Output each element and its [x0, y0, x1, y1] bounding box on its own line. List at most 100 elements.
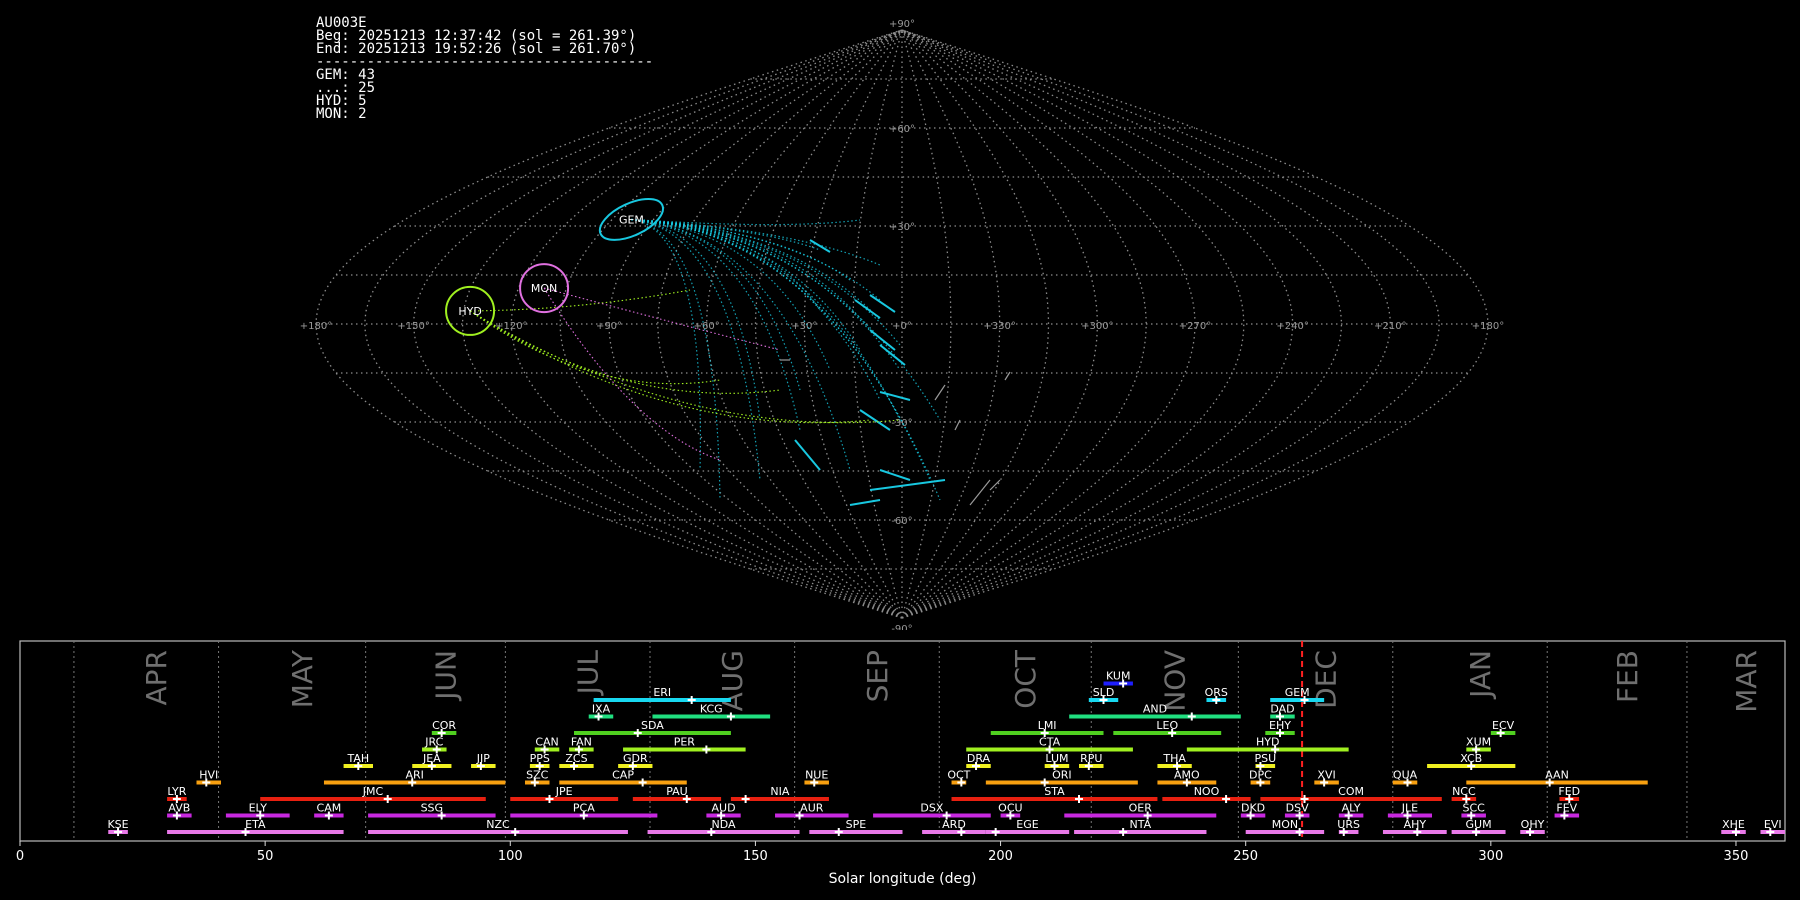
shower-label: DSX: [920, 802, 943, 815]
mon-trail: [543, 287, 721, 461]
gem-trail: [631, 218, 701, 471]
gem-trail: [631, 218, 881, 301]
longitude-label: +90°: [596, 321, 622, 332]
shower-label: JRC: [424, 736, 443, 749]
shower-label: NDA: [712, 818, 737, 831]
longitude-label: +240°: [1276, 321, 1308, 332]
sporadic-trail: [989, 479, 1001, 491]
shower-label: DRA: [967, 752, 991, 765]
longitude-label: +30°: [791, 321, 817, 332]
gem-trail-head: [869, 294, 896, 313]
shower-label: OCT: [947, 769, 970, 782]
shower-label: AAN: [1545, 769, 1569, 782]
shower-label: NUE: [805, 769, 828, 782]
timeline-frame: [19, 640, 1786, 842]
shower-label: DKD: [1241, 802, 1265, 815]
shower-label: URS: [1337, 818, 1360, 831]
shower-label: KUM: [1106, 670, 1130, 683]
shower-label: LYR: [167, 785, 186, 798]
shower-label: PCA: [573, 802, 595, 815]
gem-trail: [631, 218, 851, 471]
shower-label: KSE: [107, 818, 128, 831]
longitude-label: +180°: [300, 321, 332, 332]
shower-label: SLD: [1093, 686, 1115, 699]
shower-label: ORI: [1052, 769, 1072, 782]
shower-label: PER: [674, 736, 696, 749]
shower-label: SSG: [421, 802, 444, 815]
shower-label: DPC: [1249, 769, 1272, 782]
gem-trail: [631, 218, 941, 421]
shower-label: FAN: [571, 736, 592, 749]
shower-label: PPS: [530, 752, 550, 765]
shower-label: AND: [1143, 703, 1167, 716]
shower-label: STA: [1044, 785, 1065, 798]
shower-label: NOO: [1194, 785, 1220, 798]
hyd-trail: [470, 289, 691, 312]
sporadic-trail: [934, 384, 946, 401]
shower-label: XVI: [1317, 769, 1335, 782]
shower-label: ARI: [405, 769, 423, 782]
gem-trail-head: [854, 299, 881, 319]
x-tick-label: 250: [1233, 849, 1258, 864]
shower-label: IXA: [592, 703, 611, 716]
shower-label: DSV: [1286, 802, 1309, 815]
shower-label: LMI: [1038, 719, 1057, 732]
shower-label: JIP: [476, 752, 490, 765]
longitude-label: +180°: [1472, 321, 1504, 332]
shower-label: OER: [1129, 802, 1153, 815]
gem-trail-head: [794, 439, 821, 471]
x-tick-label: 200: [988, 849, 1013, 864]
shower-label: THA: [1162, 752, 1186, 765]
shower-label: SDA: [641, 719, 664, 732]
shower-label: HVI: [199, 769, 218, 782]
x-axis-label: Solar longitude (deg): [829, 871, 977, 887]
longitude-label: +300°: [1081, 321, 1113, 332]
shower-label: NZC: [486, 818, 510, 831]
shower-label: SZC: [526, 769, 549, 782]
shower-label: XUM: [1466, 736, 1491, 749]
gem-trail-head: [879, 469, 911, 481]
latitude-label: -60°: [891, 516, 912, 527]
shower-label: COR: [432, 719, 456, 732]
shower-label: JEA: [422, 752, 441, 765]
shower-label: TAH: [346, 752, 369, 765]
shower-label: CTA: [1039, 736, 1061, 749]
shower-label: XCB: [1460, 752, 1482, 765]
shower-label: GEM: [1285, 686, 1310, 699]
shower-label: ORS: [1205, 686, 1228, 699]
longitude-label: +270°: [1179, 321, 1211, 332]
sky-map: +180° +150° +120° +90° +60° +30° +0° +330° +300°…: [300, 19, 1504, 630]
shower-label: JLE: [1401, 802, 1418, 815]
gem-trail-head: [879, 391, 911, 401]
longitude-label: +60°: [694, 321, 720, 332]
shower-label: OCU: [998, 802, 1022, 815]
shower-label: PAU: [666, 785, 688, 798]
shower-label: AUD: [712, 802, 736, 815]
shower-label: FEV: [1556, 802, 1577, 815]
shower-label: QUA: [1393, 769, 1418, 782]
shower-label: EHY: [1269, 719, 1291, 732]
shower-label: EVI: [1764, 818, 1782, 831]
shower-label: ALY: [1342, 802, 1361, 815]
latitude-label: -30°: [891, 418, 912, 429]
x-tick-label: 300: [1478, 849, 1503, 864]
shower-label: AUR: [800, 802, 824, 815]
shower-label: NTA: [1129, 818, 1151, 831]
shower-label: NIA: [770, 785, 789, 798]
shower-label: PSU: [1254, 752, 1276, 765]
latitude-label: +90°: [889, 19, 915, 30]
gem-trail: [631, 218, 901, 421]
x-tick-label: 350: [1724, 849, 1749, 864]
radiant-label: HYD: [458, 305, 481, 318]
longitude-label: +0°: [892, 321, 912, 332]
shower-label: SCC: [1463, 802, 1486, 815]
shower-label: JMC: [362, 785, 384, 798]
shower-label: ETA: [245, 818, 266, 831]
hyd-trail: [469, 310, 901, 424]
shower-label: CAN: [535, 736, 558, 749]
longitude-label: +330°: [983, 321, 1015, 332]
gem-trail: [631, 218, 881, 401]
shower-label: CAP: [612, 769, 634, 782]
shower-label: LEO: [1156, 719, 1178, 732]
shower-label: ECV: [1492, 719, 1515, 732]
